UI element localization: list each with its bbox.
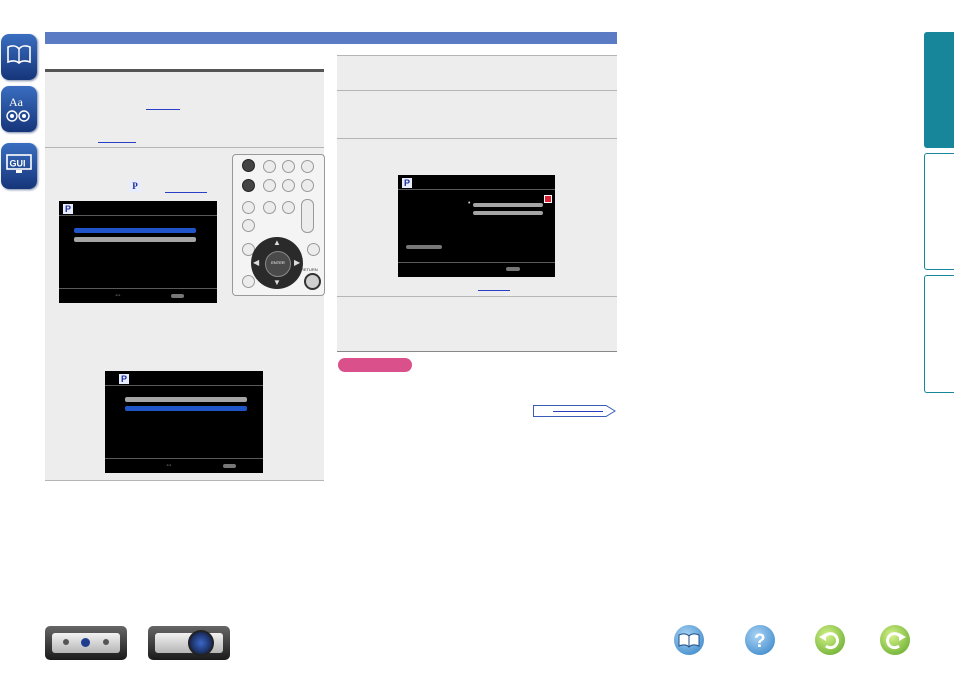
remote-button — [282, 201, 295, 214]
menu-item-selected[interactable] — [74, 228, 196, 233]
p-icon: P — [119, 374, 129, 384]
status-indicator — [544, 195, 552, 203]
remote-button — [263, 160, 276, 173]
menu-item[interactable] — [125, 397, 247, 402]
remote-button — [307, 243, 320, 256]
volume-rocker — [301, 199, 314, 233]
projector-lens — [188, 630, 214, 656]
step-4-panel — [337, 91, 617, 138]
back-nav-button[interactable] — [815, 625, 845, 655]
screen-header: P — [105, 371, 263, 386]
remote-button — [263, 201, 276, 214]
help-nav-button[interactable]: ? — [745, 625, 775, 655]
svg-text:GUI: GUI — [10, 159, 26, 169]
return-button-indicator — [171, 294, 184, 298]
help-question-icon: ? — [754, 631, 766, 652]
step-1-panel — [45, 72, 324, 147]
gui-screen-2: P ⇔ — [105, 371, 263, 473]
contents-tab[interactable] — [1, 34, 37, 80]
page-reference-link[interactable] — [98, 142, 136, 143]
continue-arrow-link[interactable] — [533, 403, 617, 424]
section-header-bar — [45, 32, 617, 44]
menu-item[interactable] — [473, 211, 543, 215]
menu-item[interactable] — [473, 203, 543, 207]
step-5-panel: P • — [337, 139, 617, 296]
page-reference-link[interactable] — [146, 109, 180, 110]
arrow-left-icon: ◀ — [253, 258, 260, 267]
remote-button — [263, 179, 276, 192]
remote-button — [282, 179, 295, 192]
remote-button — [242, 201, 255, 214]
forward-nav-button[interactable] — [880, 625, 910, 655]
projector-device-icon[interactable] — [148, 626, 230, 660]
back-arrow-icon — [819, 632, 839, 650]
remote-button — [242, 219, 255, 232]
continue-link-underline — [553, 411, 603, 412]
remote-button — [242, 159, 255, 172]
remote-button — [282, 160, 295, 173]
right-tab-1[interactable] — [924, 32, 954, 148]
right-tab-3[interactable] — [924, 275, 954, 393]
svg-text:Aa: Aa — [9, 95, 24, 109]
contents-book-icon — [7, 45, 31, 65]
return-label: RETURN — [301, 267, 318, 272]
amplifier-knob — [103, 639, 109, 645]
return-button-indicator — [223, 464, 236, 468]
screen-footer: ⇔ — [59, 288, 217, 303]
gui-icon: GUI — [6, 154, 32, 173]
menu-item[interactable] — [74, 237, 196, 242]
navigate-icon: ⇔ — [114, 290, 122, 299]
status-text — [406, 245, 442, 249]
amplifier-knob — [63, 639, 69, 645]
remote-button — [301, 179, 314, 192]
menu-item-selected[interactable] — [125, 406, 247, 411]
screen-footer: ⇔ — [105, 458, 263, 473]
return-button-indicator — [506, 267, 520, 271]
screen-header: P — [59, 201, 217, 216]
p-icon: P — [129, 180, 141, 192]
forward-arrow-icon — [886, 632, 906, 650]
enter-button: ENTER — [265, 251, 291, 277]
navigate-icon: ⇔ — [165, 460, 173, 469]
remote-button — [242, 179, 255, 192]
page-reference-link[interactable] — [165, 192, 207, 193]
cursor-bullet: • — [468, 200, 471, 207]
contents-nav-button[interactable] — [674, 625, 704, 655]
arrow-down-icon: ▼ — [273, 278, 281, 287]
p-icon: P — [63, 204, 73, 214]
step-3-panel — [337, 56, 617, 90]
p-icon: P — [402, 178, 412, 188]
remote-button — [242, 275, 255, 288]
index-aa-icon: Aa — [6, 95, 30, 122]
arrow-up-icon: ▲ — [273, 238, 281, 247]
screen-footer — [398, 262, 555, 277]
divider — [45, 480, 324, 481]
gui-screen-1: P ⇔ — [59, 201, 217, 303]
enter-label: ENTER — [271, 260, 285, 265]
screen-header: P — [398, 175, 555, 190]
amplifier-knob — [81, 638, 90, 647]
right-column-bottom-rule — [337, 351, 617, 352]
return-button — [304, 273, 321, 290]
contents-book-icon — [678, 633, 700, 648]
remote-control-illustration: ENTER ▲ ▼ ◀ ▶ RETURN — [232, 154, 325, 296]
right-tab-2[interactable] — [924, 153, 954, 270]
step-6-panel — [337, 297, 617, 351]
arrow-right-icon: ▶ — [294, 258, 301, 267]
remote-button — [301, 160, 314, 173]
index-tab[interactable]: Aa — [1, 86, 37, 132]
caution-badge — [338, 358, 412, 372]
page-reference-link[interactable] — [478, 290, 510, 291]
svg-text:?: ? — [754, 631, 766, 652]
gui-screen-3: P • — [398, 175, 555, 277]
amplifier-device-icon[interactable] — [45, 626, 127, 660]
gui-tab[interactable]: GUI — [1, 143, 37, 189]
